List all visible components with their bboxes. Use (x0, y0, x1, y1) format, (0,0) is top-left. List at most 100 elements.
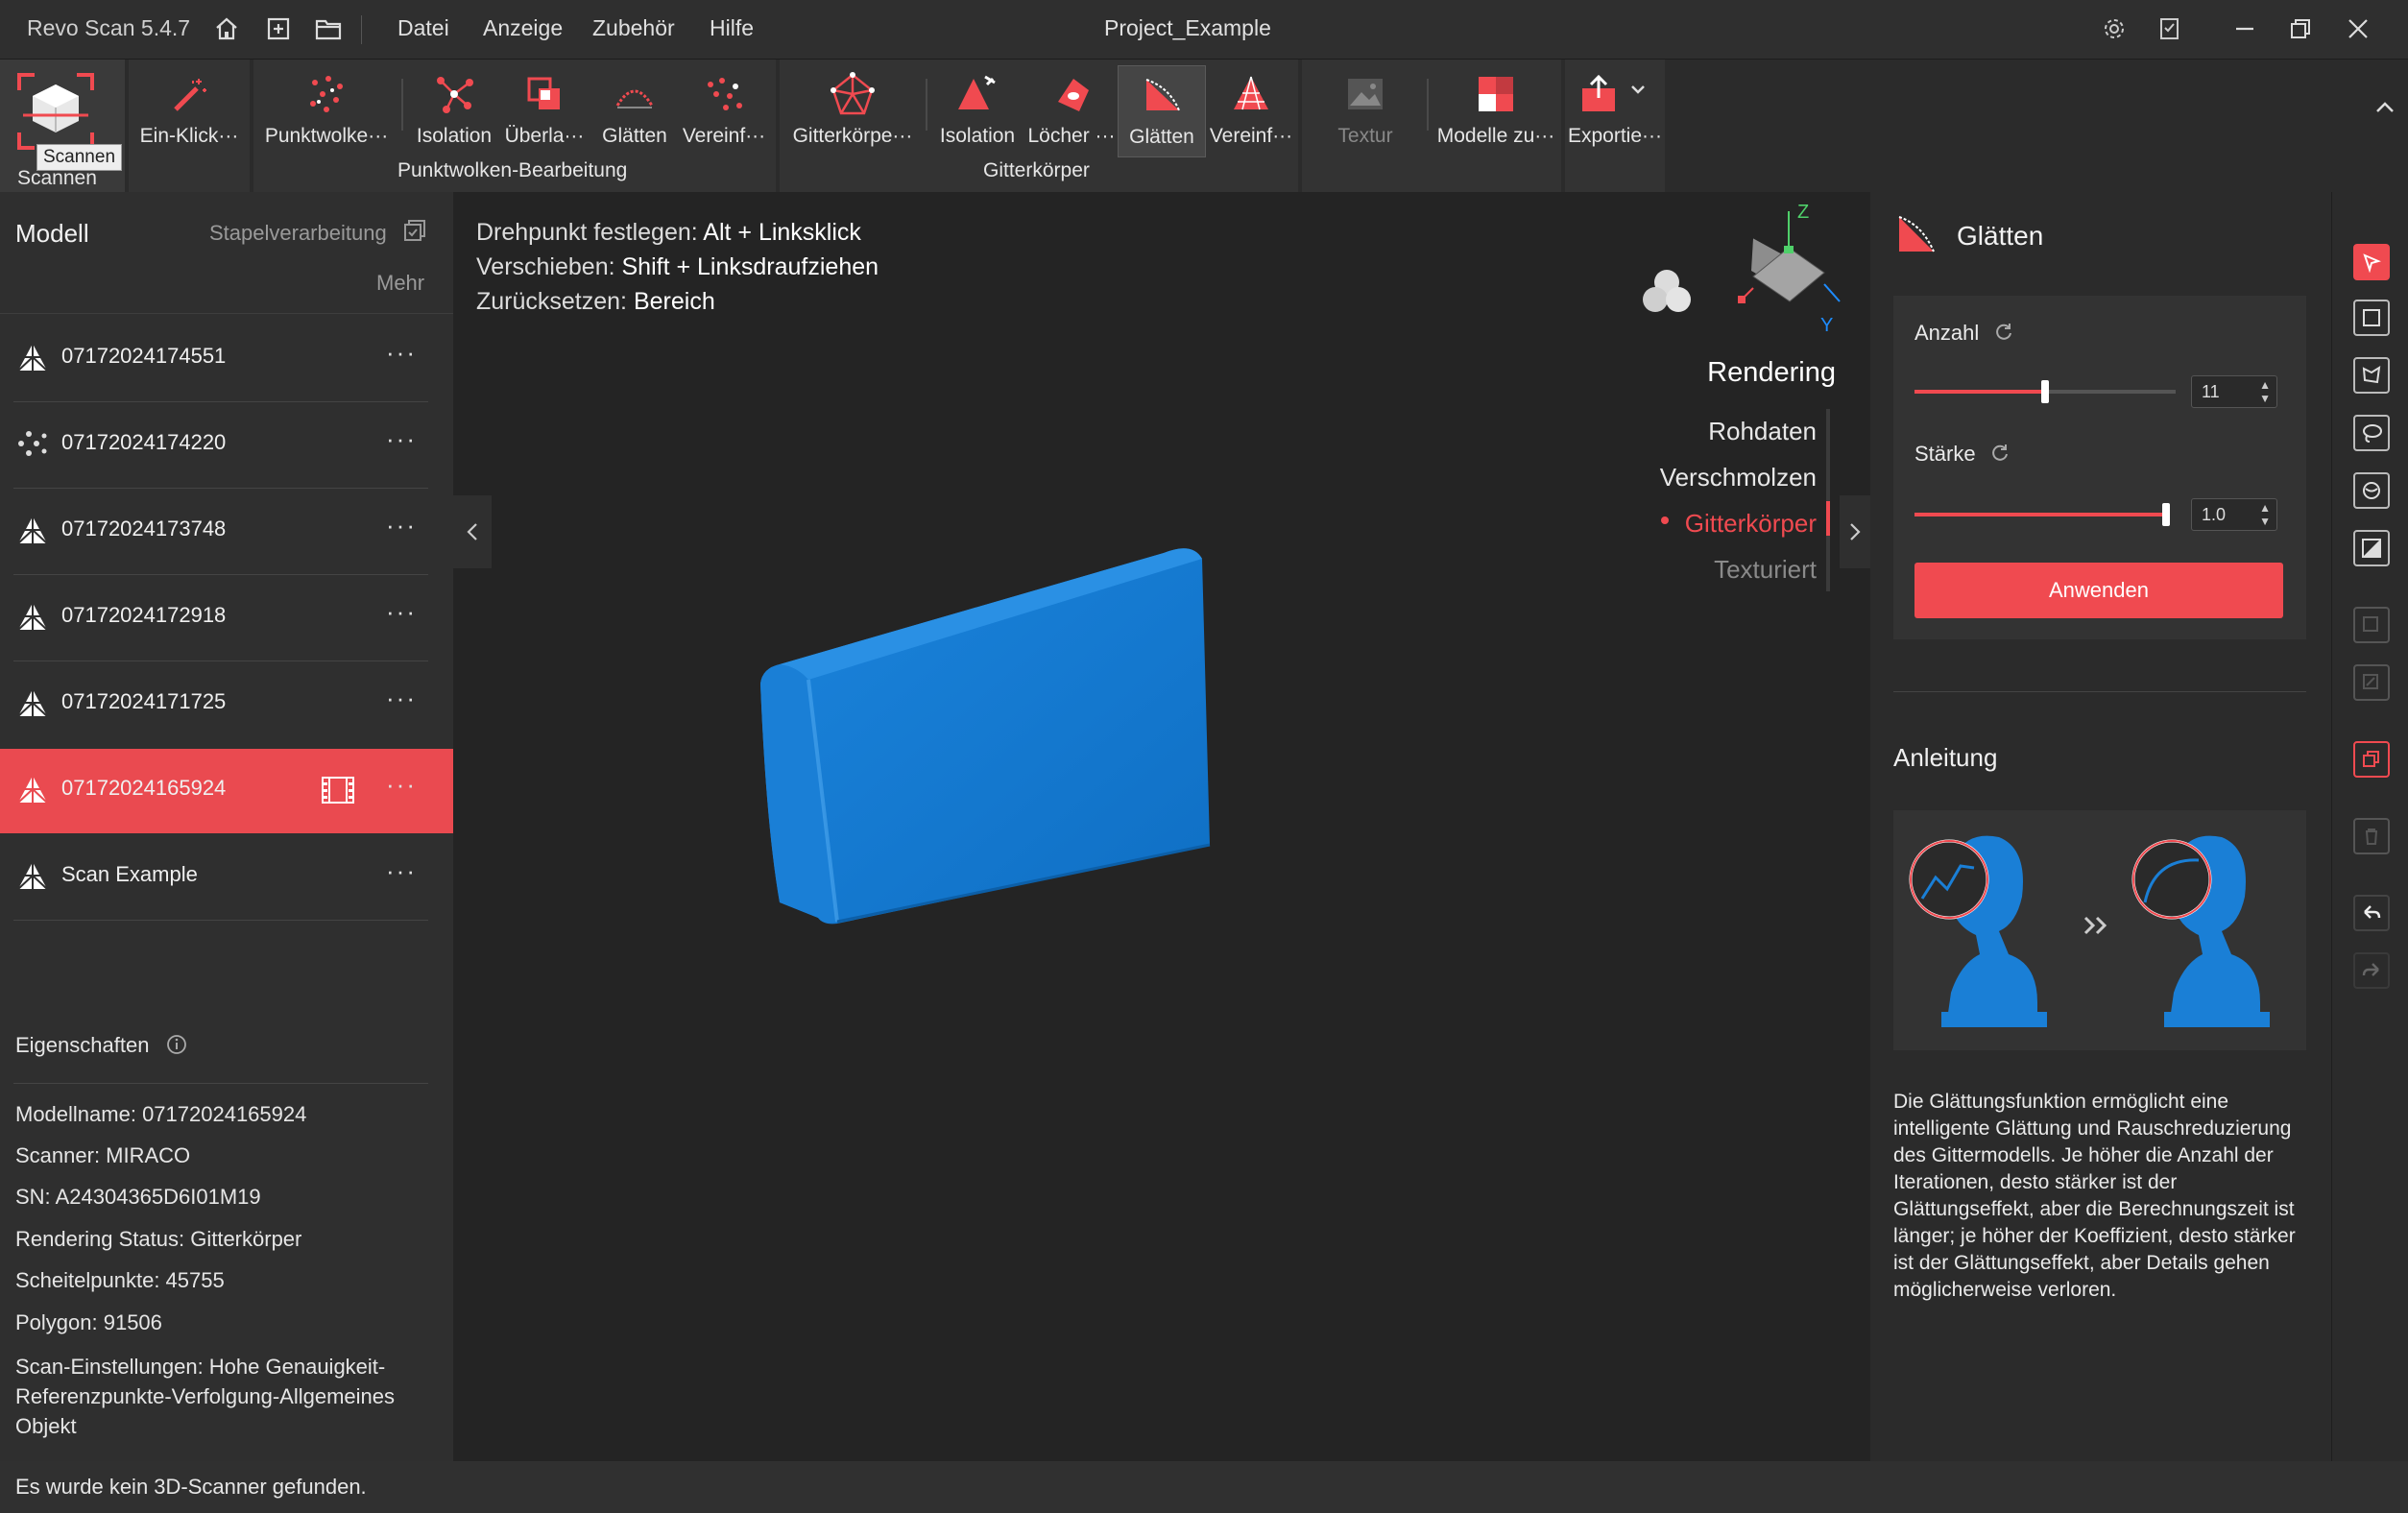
properties-title: Eigenschaften (15, 1033, 150, 1057)
scan-tooltip: Scannen (36, 144, 123, 171)
scan-button[interactable] (15, 71, 96, 152)
count-spinbox[interactable]: 11 ▲ ▼ (2191, 375, 2277, 408)
more-options-icon[interactable]: ··· (386, 770, 417, 800)
lasso-select-icon[interactable] (2353, 415, 2390, 451)
row-divider (13, 920, 428, 921)
strength-label: Stärke (1914, 442, 1976, 466)
redo-icon[interactable] (2353, 952, 2390, 989)
spin-arrows-icon[interactable]: ▲ ▼ (2259, 378, 2271, 405)
hint-pivot-value: Alt + Linksklick (703, 219, 861, 246)
brush-select-icon[interactable] (2353, 472, 2390, 509)
hint-pivot: Drehpunkt festlegen: Alt + Linksklick (476, 219, 861, 247)
deselect-icon[interactable] (2353, 664, 2390, 701)
model-name: 07172024173748 (61, 516, 227, 540)
mesh-model-icon (15, 340, 50, 374)
row-divider (13, 660, 428, 661)
collapse-ribbon-icon[interactable] (2373, 96, 2396, 124)
model-list-item[interactable]: 07172024174220 ··· (0, 403, 453, 488)
render-mode-textured[interactable]: Texturiert (1567, 555, 1817, 585)
render-mode-mesh[interactable]: Gitterkörper (1567, 509, 1817, 539)
texture-label: Textur (1337, 125, 1393, 147)
mesh-holes-button[interactable]: Löcher ··· (1023, 65, 1120, 157)
select-all-icon[interactable] (2353, 607, 2390, 643)
home-icon[interactable] (211, 13, 242, 44)
minimize-icon[interactable] (2229, 13, 2260, 44)
more-options-icon[interactable]: ··· (386, 424, 417, 454)
polygon-select-icon[interactable] (2353, 357, 2390, 394)
menu-zubehoer[interactable]: Zubehör (592, 15, 675, 41)
strength-slider[interactable] (1914, 503, 2170, 526)
open-folder-icon[interactable] (313, 13, 344, 44)
more-options-icon[interactable]: ··· (386, 597, 417, 627)
model-list-item[interactable]: 07172024172918 ··· (0, 576, 453, 660)
model-list-item[interactable]: 07172024165924 ··· (0, 749, 453, 833)
render-mode-fused[interactable]: Verschmolzen (1567, 463, 1817, 492)
mesh-simplify-label: Vereinf··· (1209, 125, 1293, 147)
pc-simplify-button[interactable]: Vereinf··· (676, 65, 772, 157)
strength-value: 1.0 (2202, 505, 2227, 524)
guide-title: Anleitung (1893, 743, 1998, 772)
delete-icon[interactable] (2353, 818, 2390, 854)
settings-gear-icon[interactable] (2099, 13, 2130, 44)
invert-selection-icon[interactable] (2353, 530, 2390, 566)
strength-spinbox[interactable]: 1.0 ▲ ▼ (2191, 498, 2277, 531)
spin-arrows-icon[interactable]: ▲ ▼ (2259, 501, 2271, 528)
merge-models-icon (1473, 71, 1519, 117)
view-cube[interactable] (1717, 202, 1861, 350)
point-cloud-button[interactable]: Punktwolke··· (263, 65, 390, 157)
select-pointer-icon[interactable] (2353, 244, 2390, 280)
more-options-icon[interactable]: ··· (386, 511, 417, 540)
mesh-group-label: Gitterkörper (983, 159, 1090, 181)
pc-isolation-button[interactable]: Isolation (409, 65, 499, 157)
model-list-item[interactable]: Scan Example ··· (0, 835, 453, 920)
strength-reset-icon[interactable] (1989, 442, 2011, 468)
texture-image-icon (1342, 71, 1388, 117)
collapse-right-panel-button[interactable] (1840, 495, 1870, 568)
more-options-icon[interactable]: ··· (386, 338, 417, 368)
mesh-button[interactable]: Gitterkörpe··· (783, 65, 922, 157)
export-button[interactable]: Exportie··· (1565, 65, 1665, 157)
apply-button[interactable]: Anwenden (1914, 563, 2283, 618)
texture-button[interactable]: Textur (1321, 65, 1409, 157)
count-slider[interactable] (1914, 380, 2176, 403)
one-click-button[interactable]: Ein-Klick··· (132, 65, 246, 157)
bust-after-image (2131, 835, 2270, 1027)
merge-models-button[interactable]: Modelle zu··· (1433, 65, 1559, 157)
pc-smooth-button[interactable]: Glätten (593, 65, 676, 157)
render-mode-raw[interactable]: Rohdaten (1605, 417, 1817, 446)
hint-reset: Zurücksetzen: Bereich (476, 288, 715, 316)
close-icon[interactable] (2343, 13, 2373, 44)
batch-processing-link[interactable]: Stapelverarbeitung (209, 221, 387, 246)
model-list-item[interactable]: 07172024171725 ··· (0, 662, 453, 747)
menu-anzeige[interactable]: Anzeige (483, 15, 563, 41)
mesh-isolation-button[interactable]: Isolation (931, 65, 1023, 157)
more-options-icon[interactable]: ··· (386, 856, 417, 886)
count-slider-handle[interactable] (2041, 380, 2049, 403)
collapse-left-panel-button[interactable] (453, 495, 492, 568)
menu-hilfe[interactable]: Hilfe (710, 15, 754, 41)
batch-processing-icon[interactable] (401, 217, 428, 249)
scanned-mesh-model[interactable] (741, 538, 1529, 998)
axis-y-label: Y (1820, 315, 1834, 336)
count-reset-icon[interactable] (1993, 321, 2014, 347)
more-link[interactable]: Mehr (376, 271, 424, 296)
mesh-smooth-button[interactable]: Glätten (1118, 65, 1206, 157)
rectangle-select-icon[interactable] (2353, 300, 2390, 336)
info-icon[interactable] (165, 1033, 188, 1061)
3d-viewport[interactable]: Drehpunkt festlegen: Alt + Linksklick Ve… (453, 192, 1870, 1461)
strength-slider-handle[interactable] (2162, 503, 2170, 526)
lighting-icon[interactable] (1638, 265, 1696, 324)
notes-icon[interactable] (2155, 13, 2185, 44)
copy-selection-icon[interactable] (2353, 741, 2390, 778)
model-name: 07172024171725 (61, 689, 227, 713)
mesh-simplify-button[interactable]: Vereinf··· (1206, 65, 1296, 157)
undo-icon[interactable] (2353, 895, 2390, 931)
pc-overlap-button[interactable]: Überla··· (499, 65, 590, 157)
film-icon[interactable] (321, 776, 355, 809)
new-project-icon[interactable] (263, 13, 294, 44)
model-list-item[interactable]: 07172024174551 ··· (0, 317, 453, 401)
restore-icon[interactable] (2285, 13, 2316, 44)
menu-datei[interactable]: Datei (397, 15, 449, 41)
model-list-item[interactable]: 07172024173748 ··· (0, 490, 453, 574)
more-options-icon[interactable]: ··· (386, 684, 417, 713)
